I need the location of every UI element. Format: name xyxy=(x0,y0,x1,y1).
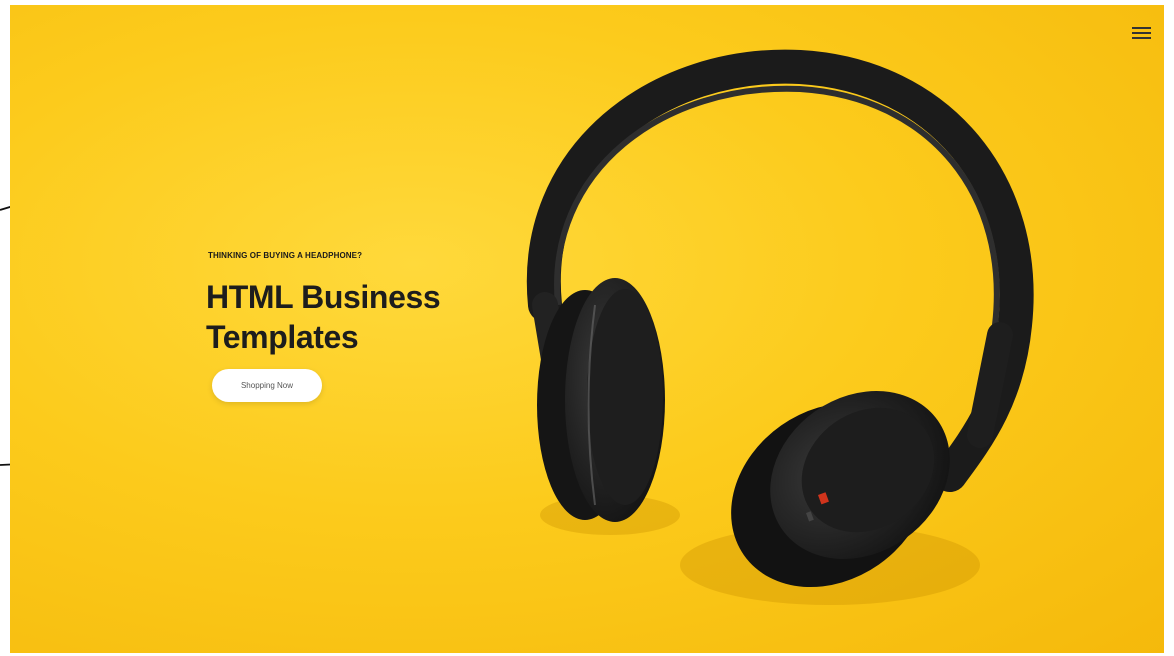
menu-button[interactable] xyxy=(1130,23,1154,43)
hero-title: HTML Business Templates xyxy=(206,277,506,357)
hamburger-menu-icon-bar xyxy=(1132,32,1151,34)
hamburger-menu-icon xyxy=(1132,27,1151,29)
hero-banner: THINKING OF BUYING A HEADPHONE? HTML Bus… xyxy=(10,5,1164,653)
hero-eyebrow: THINKING OF BUYING A HEADPHONE? xyxy=(208,251,363,260)
hero-title-line-1: HTML Business xyxy=(206,279,441,315)
headphones-image xyxy=(526,49,1034,605)
shopping-now-button[interactable]: Shopping Now xyxy=(212,369,322,402)
hamburger-menu-icon-bar xyxy=(1132,37,1151,39)
hero-title-line-2: Templates xyxy=(206,319,359,355)
